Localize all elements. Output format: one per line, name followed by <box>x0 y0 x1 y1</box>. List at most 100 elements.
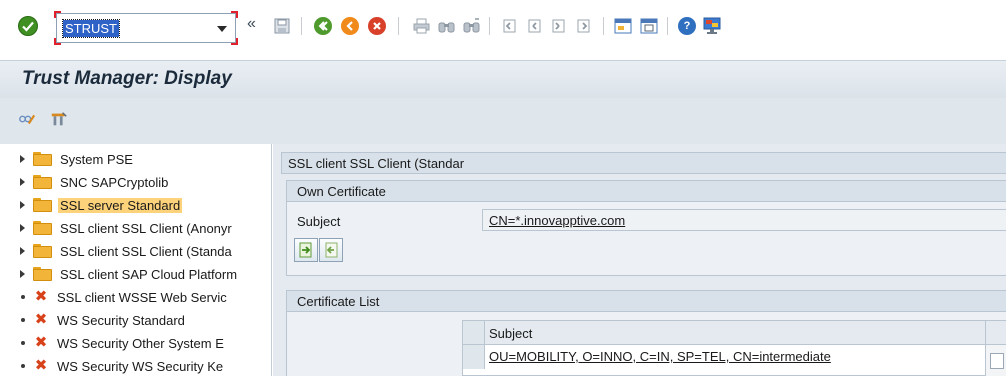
scrollbar-thumb[interactable] <box>990 353 1004 369</box>
folder-icon <box>33 175 52 189</box>
system-toolbar: STRUST « ? <box>0 0 1006 52</box>
tree-node-label: WS Security WS Security Ke <box>57 358 224 374</box>
select-all-button[interactable] <box>463 321 485 345</box>
missing-pse-icon: ✖ <box>34 311 48 328</box>
bullet-icon <box>21 318 25 322</box>
certificate-list-group: Subject OU=MOBILITY, O=INNO, C=IN, SP=TE… <box>286 312 1006 376</box>
tree-node-ws-security-other-system[interactable]: ✖ WS Security Other System E <box>20 333 270 353</box>
subject-label: Subject <box>297 214 341 229</box>
bullet-icon <box>21 364 25 368</box>
exit-icon[interactable] <box>341 17 359 35</box>
tree-node-label: SSL client SAP Cloud Platform <box>60 266 238 282</box>
focus-corner <box>231 11 238 18</box>
command-field[interactable]: STRUST <box>54 11 238 45</box>
expand-arrow-icon[interactable] <box>20 155 25 163</box>
tree-node-ssl-client-wsse[interactable]: ✖ SSL client WSSE Web Servic <box>20 287 270 307</box>
environment-icon[interactable] <box>50 110 68 128</box>
tree-node-ws-security-keys[interactable]: ✖ WS Security WS Security Ke <box>20 356 270 376</box>
expand-arrow-icon[interactable] <box>20 224 25 232</box>
find-icon[interactable] <box>437 17 455 35</box>
column-header-subject[interactable]: Subject <box>485 321 985 345</box>
vertical-scrollbar[interactable] <box>985 345 1006 376</box>
toolbar-separator <box>301 17 302 35</box>
tree-node-ssl-client-anonymous[interactable]: SSL client SSL Client (Anonyr <box>20 218 270 238</box>
tree-node-ssl-server-standard[interactable]: SSL server Standard <box>20 195 270 215</box>
next-page-icon[interactable] <box>550 17 568 35</box>
display-change-icon[interactable] <box>18 110 36 128</box>
table-settings-button[interactable] <box>985 321 1006 345</box>
missing-pse-icon: ✖ <box>34 288 48 305</box>
toolbar-separator <box>667 17 668 35</box>
folder-icon <box>33 198 52 212</box>
folder-icon <box>33 152 52 166</box>
toolbar-separator <box>603 17 604 35</box>
chevron-down-icon[interactable] <box>217 26 227 32</box>
check-icon[interactable] <box>18 16 38 36</box>
tree-node-ws-security-standard[interactable]: ✖ WS Security Standard <box>20 310 270 330</box>
import-certificate-button[interactable] <box>294 238 318 262</box>
expand-arrow-icon[interactable] <box>20 178 25 186</box>
back-icon[interactable] <box>314 17 332 35</box>
export-certificate-button[interactable] <box>319 238 343 262</box>
detail-title: SSL client SSL Client (Standar <box>288 156 465 171</box>
bullet-icon <box>21 295 25 299</box>
certificate-list-header: Certificate List <box>286 290 1006 312</box>
tree-node-label: WS Security Other System E <box>57 335 224 351</box>
tree-node-label: SNC SAPCryptolib <box>60 174 169 190</box>
folder-icon <box>33 244 52 258</box>
customize-layout-icon[interactable] <box>703 17 721 35</box>
tree-node-label: SSL client SSL Client (Standa <box>60 243 232 259</box>
table-row[interactable]: OU=MOBILITY, O=INNO, C=IN, SP=TEL, CN=in… <box>485 345 985 369</box>
title-bar: Trust Manager: Display <box>0 60 1006 98</box>
folder-icon <box>33 221 52 235</box>
certificate-list-title: Certificate List <box>297 294 380 309</box>
find-next-icon[interactable] <box>462 17 480 35</box>
focus-corner <box>231 38 238 45</box>
toolbar-separator <box>489 17 490 35</box>
own-certificate-title: Own Certificate <box>297 184 386 199</box>
expand-arrow-icon[interactable] <box>20 247 25 255</box>
save-icon[interactable] <box>273 17 291 35</box>
focus-corner <box>54 38 61 45</box>
command-field-value[interactable]: STRUST <box>62 19 120 38</box>
detail-header: SSL client SSL Client (Standar <box>281 152 1006 174</box>
expand-arrow-icon[interactable] <box>20 270 25 278</box>
create-session-icon[interactable] <box>614 17 632 35</box>
first-page-icon[interactable] <box>500 17 518 35</box>
row-selector[interactable] <box>463 345 485 369</box>
missing-pse-icon: ✖ <box>34 334 48 351</box>
own-certificate-header: Own Certificate <box>286 180 1006 202</box>
pse-tree: System PSE SNC SAPCryptolib SSL server S… <box>0 144 272 376</box>
missing-pse-icon: ✖ <box>34 357 48 374</box>
tree-node-system-pse[interactable]: System PSE <box>20 149 270 169</box>
help-icon[interactable]: ? <box>678 17 696 35</box>
subject-field[interactable]: CN=*.innovapptive.com <box>482 209 1006 231</box>
cancel-icon[interactable] <box>368 17 386 35</box>
folder-icon <box>33 267 52 281</box>
shortcut-icon[interactable] <box>640 17 658 35</box>
page-title: Trust Manager: Display <box>22 68 232 89</box>
toolbar-separator <box>398 17 399 35</box>
tree-node-snc-sapcryptolib[interactable]: SNC SAPCryptolib <box>20 172 270 192</box>
expand-arrow-icon[interactable] <box>20 201 25 209</box>
tree-node-label: System PSE <box>60 151 133 167</box>
column-header-label: Subject <box>489 326 533 341</box>
subject-value[interactable]: CN=*.innovapptive.com <box>489 213 625 228</box>
collapse-icon[interactable]: « <box>247 15 256 33</box>
certificate-table: Subject OU=MOBILITY, O=INNO, C=IN, SP=TE… <box>462 320 1006 376</box>
print-icon[interactable] <box>412 17 430 35</box>
tree-node-ssl-client-standard[interactable]: SSL client SSL Client (Standa <box>20 241 270 261</box>
tree-node-label: SSL client SSL Client (Anonyr <box>60 220 232 236</box>
last-page-icon[interactable] <box>575 17 593 35</box>
previous-page-icon[interactable] <box>525 17 543 35</box>
tree-node-label: SSL server Standard <box>58 197 183 213</box>
bullet-icon <box>21 341 25 345</box>
pse-detail-panel: SSL client SSL Client (Standar Own Certi… <box>273 144 1006 376</box>
tree-node-label: SSL client WSSE Web Servic <box>57 289 227 305</box>
application-toolbar <box>0 98 1006 144</box>
certificate-subject-cell[interactable]: OU=MOBILITY, O=INNO, C=IN, SP=TEL, CN=in… <box>489 349 831 364</box>
tree-node-ssl-client-sap-cloud-platform[interactable]: SSL client SAP Cloud Platform <box>20 264 270 284</box>
focus-corner <box>54 11 61 18</box>
tree-node-label: WS Security Standard <box>57 312 185 328</box>
own-certificate-group: Subject CN=*.innovapptive.com <box>286 202 1006 276</box>
